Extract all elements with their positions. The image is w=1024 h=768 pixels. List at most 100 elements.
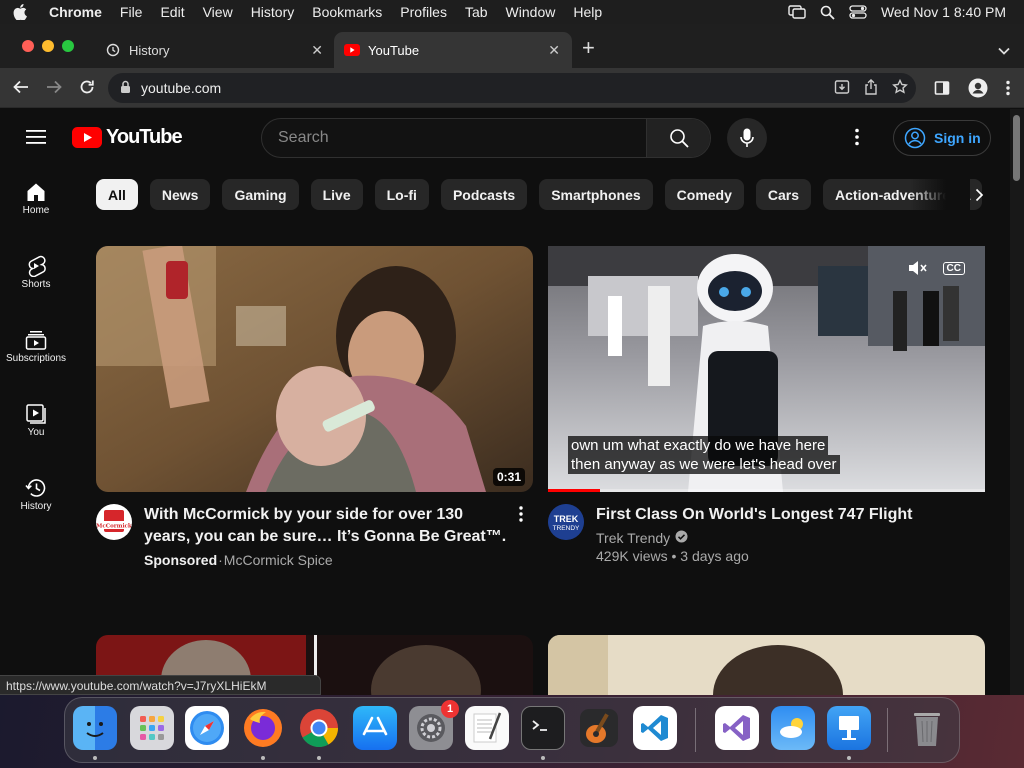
chip-gaming[interactable]: Gaming [222,179,299,210]
upload-age: 3 days ago [680,548,749,564]
menu-history[interactable]: History [242,4,304,20]
search-button[interactable] [646,119,710,157]
menu-profiles[interactable]: Profiles [391,4,456,20]
chrome-menu-icon[interactable] [1006,80,1010,101]
tab-strip: History ✕ YouTube ✕ + [0,24,1024,68]
settings-more-icon[interactable] [855,128,859,151]
address-bar[interactable]: youtube.com [108,73,916,103]
video-thumbnail[interactable]: 0:31 [96,246,533,492]
running-indicator [847,756,851,760]
menu-clock[interactable]: Wed Nov 1 8:40 PM [881,4,1006,20]
mute-icon[interactable] [907,259,927,282]
chip-lofi[interactable]: Lo-fi [374,179,429,210]
video-title[interactable]: With McCormick by your side for over 130… [144,504,509,548]
side-panel-icon[interactable] [934,80,950,101]
spotlight-search-icon[interactable] [820,5,835,20]
scrollbar-thumb[interactable] [1013,115,1020,181]
vscode-icon[interactable] [633,706,677,750]
tab-youtube[interactable]: YouTube ✕ [334,32,572,68]
textedit-icon[interactable] [465,706,509,750]
safari-icon[interactable] [185,706,229,750]
video-thumbnail-preview[interactable]: CC own um what exactly do we have here t… [548,246,985,492]
channel-name[interactable]: McCormick Spice [224,552,333,568]
finder-icon[interactable] [73,706,117,750]
back-arrow-icon[interactable] [12,78,30,101]
visual-studio-icon[interactable] [715,706,759,750]
video-card[interactable]: 0:31 McCormick With McCormick by your si… [96,246,533,568]
control-center-icon[interactable] [849,5,867,19]
share-icon[interactable] [864,78,878,98]
profile-icon[interactable] [968,78,988,103]
zoom-window-button[interactable] [62,40,74,52]
chip-podcasts[interactable]: Podcasts [440,179,528,210]
new-tab-button[interactable]: + [582,37,595,59]
sidebar-item-you[interactable]: You [0,387,72,457]
bookmark-star-icon[interactable] [892,78,908,98]
weather-icon[interactable] [771,706,815,750]
apple-menu-icon[interactable] [0,4,40,20]
menu-app-name[interactable]: Chrome [40,4,111,20]
page-scrollbar[interactable] [1010,109,1024,695]
sidebar-item-history[interactable]: History [0,461,72,531]
lock-icon[interactable] [120,80,131,97]
launchpad-icon[interactable] [130,706,174,750]
youtube-logo[interactable]: YouTube [72,126,183,149]
chips-next-chevron-icon[interactable] [964,179,994,211]
channel-avatar[interactable]: TREK TRENDY [548,504,584,540]
video-thumbnail[interactable] [548,635,985,695]
menu-edit[interactable]: Edit [151,4,193,20]
system-settings-icon[interactable]: 1 [409,700,459,750]
sign-in-button[interactable]: Sign in [893,120,991,156]
sidebar-item-subscriptions[interactable]: Subscriptions [0,313,72,383]
close-window-button[interactable] [22,40,34,52]
preview-progress-bar[interactable] [548,489,985,492]
chrome-icon[interactable] [297,706,341,750]
channel-avatar[interactable]: McCormick [96,504,132,540]
garageband-icon[interactable] [577,706,621,750]
channel-line: Sponsored · McCormick Spice [144,552,509,568]
menu-window[interactable]: Window [497,4,565,20]
trash-icon[interactable] [905,706,949,750]
video-card[interactable]: CC own um what exactly do we have here t… [548,246,985,564]
channel-name[interactable]: Trek Trendy [596,530,670,546]
keynote-icon[interactable] [827,706,871,750]
firefox-icon[interactable] [241,706,285,750]
tab-search-chevron-icon[interactable] [998,42,1010,60]
chip-cars[interactable]: Cars [755,179,812,210]
menu-view[interactable]: View [194,4,242,20]
chip-smartphones[interactable]: Smartphones [539,179,653,210]
chip-news[interactable]: News [149,179,211,210]
video-title[interactable]: First Class On World's Longest 747 Fligh… [596,504,985,526]
menu-tab[interactable]: Tab [456,4,497,20]
reload-icon[interactable] [78,78,96,101]
closed-captions-button[interactable]: CC [942,262,965,275]
hamburger-menu-icon[interactable] [26,129,46,150]
install-app-icon[interactable] [834,79,850,98]
sidebar-item-shorts[interactable]: Shorts [0,239,72,309]
sidebar-item-label: History [20,501,52,512]
sidebar-item-home[interactable]: Home [0,165,72,235]
browser-toolbar: youtube.com [0,68,1024,108]
search-input[interactable] [262,119,646,157]
app-store-icon[interactable] [353,706,397,750]
url-text[interactable]: youtube.com [141,80,221,96]
menu-bar: Chrome File Edit View History Bookmarks … [0,0,1024,24]
tab-history[interactable]: History ✕ [95,32,335,68]
chip-live[interactable]: Live [310,179,363,210]
chip-comedy[interactable]: Comedy [664,179,744,210]
menu-file[interactable]: File [111,4,152,20]
minimize-window-button[interactable] [42,40,54,52]
screen-mirroring-icon[interactable] [788,5,806,19]
terminal-icon[interactable] [521,706,565,750]
svg-text:TREK: TREK [554,514,579,524]
subscriptions-icon [25,327,47,353]
voice-search-button[interactable] [727,118,767,158]
menu-bookmarks[interactable]: Bookmarks [303,4,391,20]
menu-help[interactable]: Help [564,4,611,20]
forward-arrow-icon[interactable] [45,78,63,101]
chip-all[interactable]: All [96,179,138,210]
close-tab-icon[interactable]: ✕ [311,42,323,59]
video-more-icon[interactable] [509,504,533,568]
thumbnail-image [96,246,533,492]
close-tab-icon[interactable]: ✕ [548,42,560,59]
